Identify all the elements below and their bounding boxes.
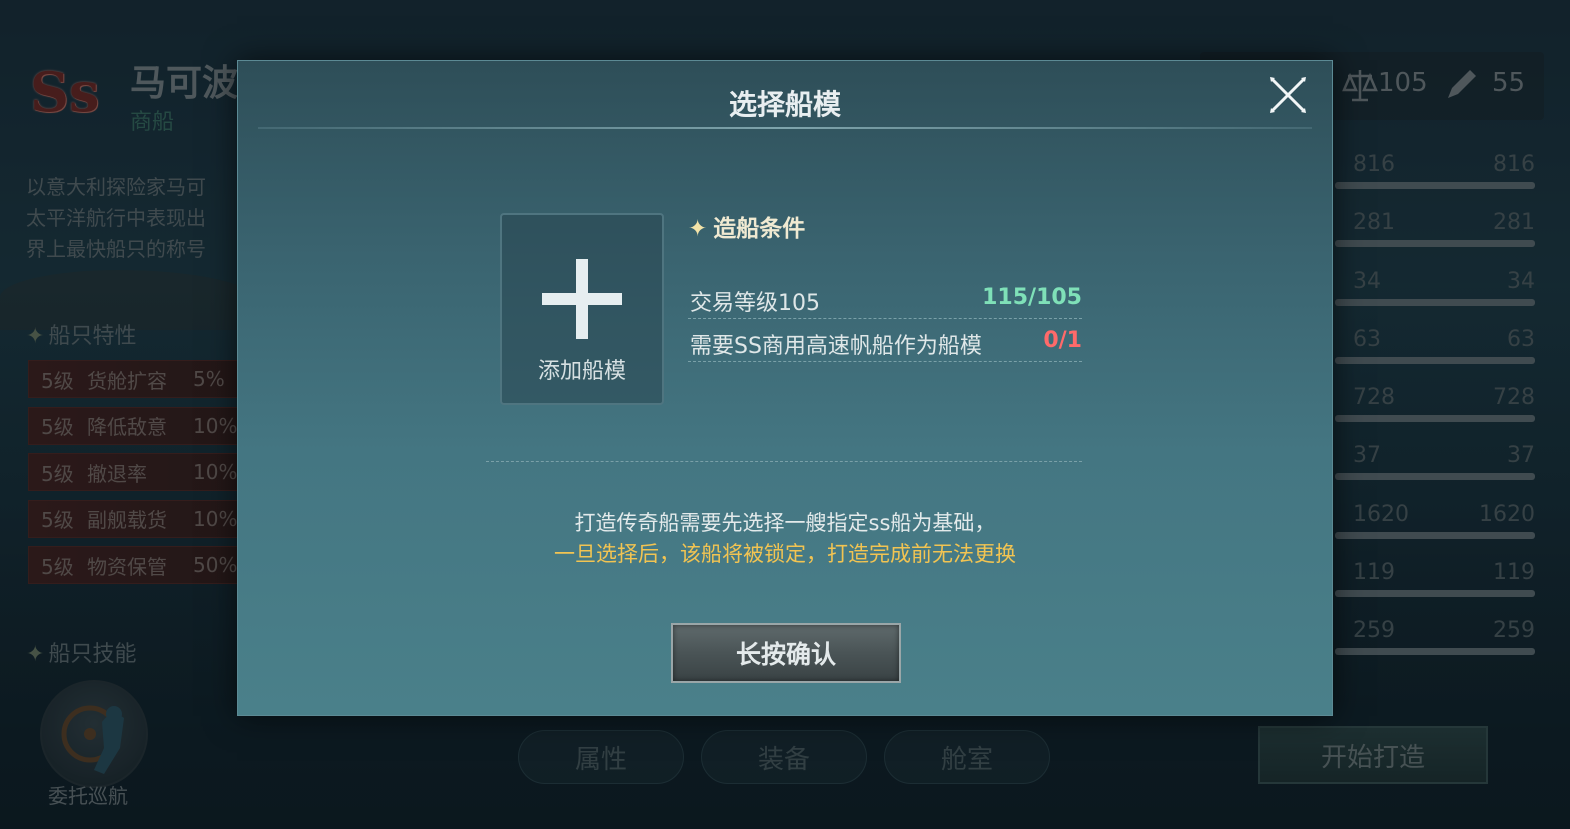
- conditions-heading: ✦ 造船条件: [688, 216, 806, 242]
- add-model-label: 添加船模: [537, 359, 626, 384]
- close-button[interactable]: [1268, 75, 1308, 115]
- condition-label: 交易等级105: [690, 291, 820, 316]
- condition-label: 需要SS商用高速帆船作为船模: [690, 334, 982, 359]
- hint-text: 打造传奇船需要先选择一艘指定ss船为基础，: [574, 511, 996, 535]
- condition-value: 115/105: [982, 285, 1082, 310]
- condition-row: 需要SS商用高速帆船作为船模 0/1: [688, 322, 1082, 362]
- condition-row: 交易等级105 115/105: [688, 279, 1082, 319]
- divider: [486, 461, 1082, 462]
- select-model-dialog: 选择船模 添加船模 ✦ 造船条件 交易等级105 115/105 需要SS商用高速…: [237, 60, 1333, 716]
- warning-text: 一旦选择后，该船将被锁定，打造完成前无法更换: [554, 542, 1016, 566]
- close-icon: [1270, 77, 1306, 113]
- hold-confirm-button[interactable]: 长按确认: [671, 623, 901, 683]
- dialog-title: 选择船模: [728, 88, 841, 121]
- plus-icon: [542, 259, 622, 339]
- condition-value: 0/1: [1043, 328, 1082, 353]
- star-icon: ✦: [688, 216, 708, 242]
- title-divider: [258, 127, 1312, 129]
- add-model-slot[interactable]: 添加船模: [500, 213, 664, 405]
